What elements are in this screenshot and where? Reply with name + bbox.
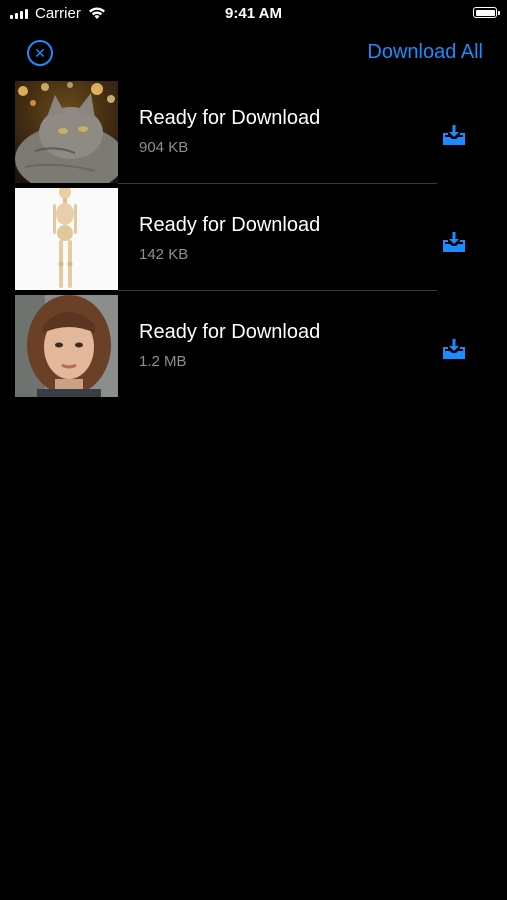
item-status: Ready for Download: [139, 214, 321, 236]
item-size: 142 KB: [139, 246, 189, 263]
battery-icon: [473, 7, 500, 18]
portrait-thumbnail: [15, 295, 118, 397]
status-bar: Carrier 9:41 AM: [0, 0, 507, 28]
list-item[interactable]: Ready for Download 904 KB: [0, 81, 507, 188]
download-icon[interactable]: [441, 337, 467, 361]
item-size: 1.2 MB: [139, 353, 187, 370]
list-item[interactable]: Ready for Download 142 KB: [0, 188, 507, 295]
mannequin-thumbnail: [15, 188, 118, 290]
close-button[interactable]: ✕: [27, 40, 53, 66]
cat-thumbnail: [15, 81, 118, 183]
status-time: 9:41 AM: [225, 5, 282, 22]
row-divider: [118, 290, 437, 291]
download-icon[interactable]: [441, 123, 467, 147]
item-size: 904 KB: [139, 139, 189, 156]
list-item[interactable]: Ready for Download 1.2 MB: [0, 295, 507, 402]
close-icon: ✕: [34, 45, 46, 61]
download-icon[interactable]: [441, 230, 467, 254]
item-status: Ready for Download: [139, 321, 321, 343]
download-list: Ready for Download 904 KB Ready for Down…: [0, 81, 507, 402]
row-divider: [118, 183, 437, 184]
item-status: Ready for Download: [139, 107, 321, 129]
download-all-button[interactable]: Download All: [367, 41, 483, 64]
